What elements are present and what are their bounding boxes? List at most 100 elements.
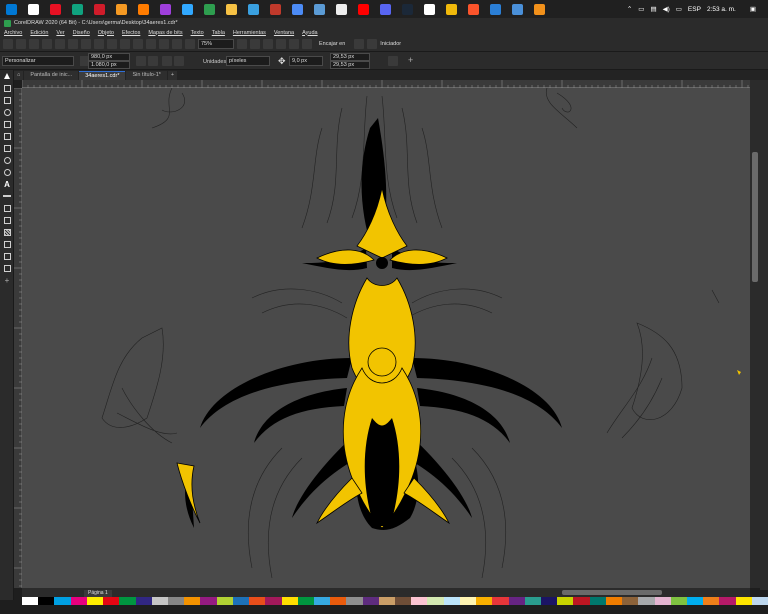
- menu-item[interactable]: Ventana: [274, 30, 294, 36]
- edge-icon[interactable]: [484, 0, 506, 18]
- add-tool-icon[interactable]: +: [0, 274, 14, 286]
- color-swatch[interactable]: [167, 597, 185, 605]
- color-swatch[interactable]: [476, 597, 493, 605]
- print-icon[interactable]: [55, 39, 65, 49]
- app-icon-7[interactable]: [308, 0, 330, 18]
- clock[interactable]: 2:53 a. m.: [707, 6, 736, 13]
- new-document-icon[interactable]: [3, 39, 13, 49]
- color-swatch[interactable]: [281, 597, 298, 605]
- color-swatch[interactable]: [686, 597, 704, 605]
- smart-fill-tool-icon[interactable]: [0, 262, 14, 274]
- current-page-icon[interactable]: [174, 56, 184, 66]
- search-icon[interactable]: [22, 0, 44, 18]
- color-swatch[interactable]: [119, 597, 136, 605]
- menu-item[interactable]: Efectos: [122, 30, 140, 36]
- photoshop-icon[interactable]: [176, 0, 198, 18]
- tab-untitled-1[interactable]: Sin título-1*: [126, 71, 167, 80]
- color-swatch[interactable]: [54, 597, 71, 605]
- horizontal-scrollbar[interactable]: [22, 588, 750, 597]
- ellipse-tool-icon[interactable]: [0, 154, 14, 166]
- color-swatch[interactable]: [524, 597, 541, 605]
- text-tool-icon[interactable]: A: [0, 178, 14, 190]
- scroll-thumb[interactable]: [752, 152, 758, 282]
- artwork[interactable]: [22, 88, 750, 588]
- color-swatch[interactable]: [249, 597, 266, 605]
- export-icon[interactable]: [159, 39, 169, 49]
- gear-icon[interactable]: [354, 39, 365, 49]
- publish-pdf-icon[interactable]: [172, 39, 182, 49]
- color-swatch[interactable]: [557, 597, 574, 605]
- landscape-icon[interactable]: [148, 56, 158, 66]
- snap-icon[interactable]: [302, 39, 312, 49]
- menu-item[interactable]: Diseño: [73, 30, 90, 36]
- menu-item[interactable]: Edición: [30, 30, 48, 36]
- color-swatch[interactable]: [427, 597, 444, 605]
- duplicate-y-field[interactable]: 29,53 px: [330, 61, 370, 69]
- crop-tool-icon[interactable]: [0, 94, 14, 106]
- interactive-fill-tool-icon[interactable]: [0, 250, 14, 262]
- parallel-dimension-tool-icon[interactable]: [0, 190, 14, 202]
- color-swatch[interactable]: [411, 597, 428, 605]
- cloud-icon[interactable]: [42, 39, 52, 49]
- page-tab[interactable]: Página 1: [84, 590, 112, 597]
- coreldraw-icon[interactable]: [198, 0, 220, 18]
- menu-item[interactable]: Archivo: [4, 30, 22, 36]
- color-swatch[interactable]: [200, 597, 217, 605]
- brave-icon[interactable]: [462, 0, 484, 18]
- open-icon[interactable]: [16, 39, 26, 49]
- all-pages-icon[interactable]: [162, 56, 172, 66]
- color-swatch[interactable]: [703, 597, 720, 605]
- file-explorer-icon[interactable]: [220, 0, 242, 18]
- launch-icon[interactable]: [367, 39, 378, 49]
- cut-icon[interactable]: [68, 39, 78, 49]
- color-swatch[interactable]: [378, 597, 396, 605]
- page-width-field[interactable]: 980,0 px: [88, 53, 130, 61]
- full-screen-icon[interactable]: [185, 39, 195, 49]
- color-swatch[interactable]: [216, 597, 233, 605]
- page-height-field[interactable]: 1.080,0 px: [88, 61, 130, 69]
- menu-item[interactable]: Herramientas: [233, 30, 266, 36]
- volume-icon[interactable]: ◀): [663, 5, 670, 13]
- discord-icon[interactable]: [374, 0, 396, 18]
- portrait-icon[interactable]: [136, 56, 146, 66]
- color-swatch[interactable]: [508, 597, 525, 605]
- battery-icon[interactable]: ▭: [676, 5, 682, 13]
- import-icon[interactable]: [146, 39, 156, 49]
- menu-item[interactable]: Objeto: [98, 30, 114, 36]
- app-icon-1[interactable]: [44, 0, 66, 18]
- show-guides-icon[interactable]: [289, 39, 299, 49]
- color-swatch[interactable]: [492, 597, 509, 605]
- show-grid-icon[interactable]: [276, 39, 286, 49]
- color-swatch[interactable]: [346, 597, 363, 605]
- pick-tool-icon[interactable]: [0, 70, 14, 82]
- monitor-icon[interactable]: ▭: [638, 5, 644, 13]
- color-swatch[interactable]: [395, 597, 412, 605]
- duplicate-x-field[interactable]: 29,53 px: [330, 53, 370, 61]
- shape-tool-icon[interactable]: [0, 82, 14, 94]
- app-icon-2[interactable]: [66, 0, 88, 18]
- color-swatch[interactable]: [443, 597, 460, 605]
- youtube-icon[interactable]: [352, 0, 374, 18]
- color-swatch[interactable]: [573, 597, 590, 605]
- color-swatch[interactable]: [622, 597, 639, 605]
- illustrator-icon[interactable]: [132, 0, 154, 18]
- undo-icon[interactable]: [107, 39, 117, 49]
- windows-start-icon[interactable]: [0, 0, 22, 18]
- app-icon-5[interactable]: [264, 0, 286, 18]
- tab-34aeres1[interactable]: 34aeres1.cdr*: [79, 71, 126, 80]
- language-indicator[interactable]: ESP: [688, 6, 701, 13]
- steam-icon[interactable]: [396, 0, 418, 18]
- paste-icon[interactable]: [94, 39, 104, 49]
- color-swatch[interactable]: [362, 597, 379, 605]
- app-icon-8[interactable]: [418, 0, 440, 18]
- color-swatch[interactable]: [38, 597, 55, 605]
- color-swatch[interactable]: [22, 597, 39, 605]
- vertical-ruler[interactable]: [14, 87, 22, 588]
- color-swatch[interactable]: [232, 597, 250, 605]
- color-swatch[interactable]: [86, 597, 104, 605]
- color-swatch[interactable]: [605, 597, 623, 605]
- search-content-icon[interactable]: [133, 39, 143, 49]
- zoom-tool-icon[interactable]: [0, 106, 14, 118]
- eyedropper-tool-icon[interactable]: [0, 238, 14, 250]
- menu-item[interactable]: Mapas de bits: [148, 30, 182, 36]
